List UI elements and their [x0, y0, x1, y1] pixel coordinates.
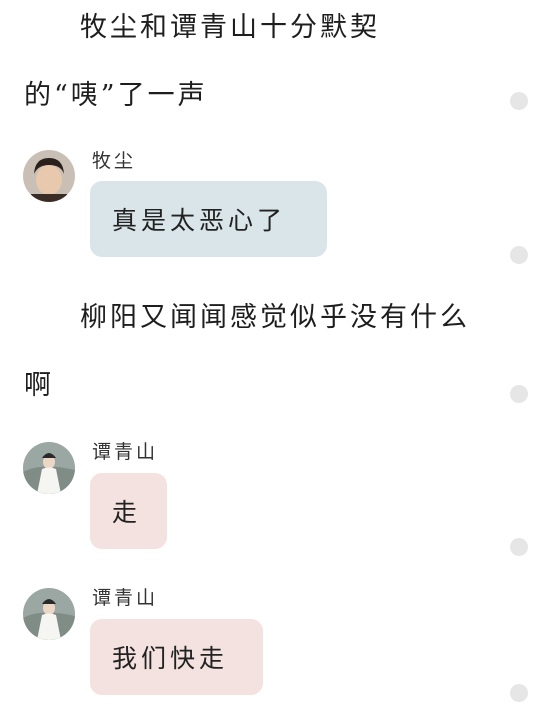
comment-dot-icon[interactable]	[510, 538, 528, 556]
narration-text: 牧尘和谭青山十分默契的“咦”了一声	[24, 12, 380, 111]
speaker-name: 谭青山	[92, 441, 159, 463]
chat-bubble[interactable]: 走	[90, 473, 167, 549]
avatar[interactable]	[23, 150, 75, 202]
white-robed-figure-icon	[23, 442, 75, 494]
young-man-portrait-icon	[23, 150, 75, 202]
comment-dot-icon[interactable]	[510, 246, 528, 264]
avatar[interactable]	[23, 588, 75, 640]
comment-dot-icon[interactable]	[510, 684, 528, 702]
message-text: 走	[112, 498, 142, 527]
chat-bubble[interactable]: 真是太恶心了	[90, 181, 327, 257]
speaker-name: 谭青山	[92, 587, 159, 609]
comment-dot-icon[interactable]	[510, 385, 528, 403]
message-text: 我们快走	[112, 644, 229, 673]
white-robed-figure-icon	[23, 588, 75, 640]
comment-dot-icon[interactable]	[510, 92, 528, 110]
narration-text: 柳阳又闻闻感觉似乎没有什么啊	[24, 302, 470, 401]
chat-bubble[interactable]: 我们快走	[90, 619, 263, 695]
avatar[interactable]	[23, 442, 75, 494]
message-text: 真是太恶心了	[112, 206, 287, 235]
speaker-name: 牧尘	[92, 150, 137, 172]
